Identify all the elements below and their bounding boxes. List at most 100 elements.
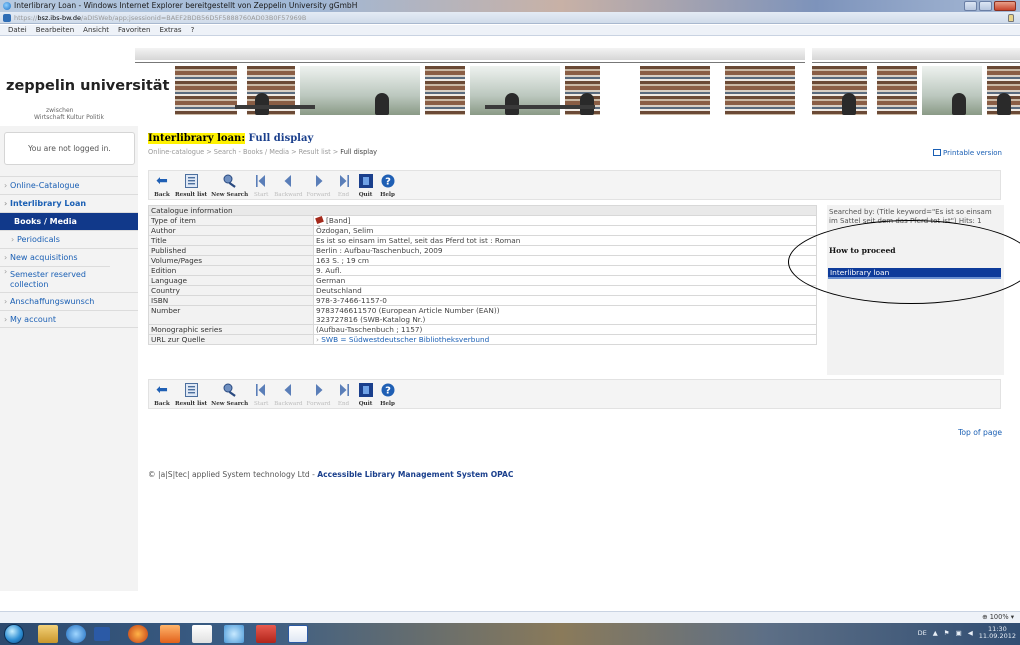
number-swb: 323727816 (SWB-Katalog Nr.): [316, 315, 426, 324]
lock-icon[interactable]: [1008, 14, 1014, 22]
firefox-taskbar-icon[interactable]: [128, 625, 148, 643]
nav-periodicals[interactable]: Periodicals: [0, 230, 138, 249]
forward-button[interactable]: Forward: [305, 171, 333, 199]
previous-icon: [279, 173, 297, 189]
login-status[interactable]: You are not logged in.: [4, 132, 135, 165]
menu-extras[interactable]: Extras: [159, 25, 181, 35]
backward-button[interactable]: Backward: [272, 171, 304, 199]
start-orb-icon[interactable]: [4, 624, 24, 644]
back-label: Back: [154, 192, 170, 198]
pdf-taskbar-icon[interactable]: [256, 625, 276, 643]
list-icon: [182, 173, 200, 189]
back-button-bottom[interactable]: ⬅ Back: [151, 380, 173, 408]
table-row: Language German: [148, 275, 817, 286]
explorer-taskbar-icon[interactable]: [38, 625, 58, 643]
network-icon[interactable]: ▣: [956, 629, 962, 637]
end-button-bottom[interactable]: End: [333, 380, 355, 408]
internet-explorer-taskbar-icon[interactable]: [66, 625, 86, 643]
volume-icon[interactable]: ◀: [968, 629, 973, 637]
row-key: Number: [148, 305, 314, 325]
address-bar[interactable]: https://bsz.ibs-bw.de/aDISWeb/app;jsessi…: [0, 12, 1020, 24]
result-list-button-bottom[interactable]: Result list: [173, 380, 209, 408]
minimize-button[interactable]: [964, 1, 977, 11]
acrobat-taskbar-icon[interactable]: [192, 625, 212, 643]
table-row: ISBN 978-3-7466-1157-0: [148, 295, 817, 306]
word-taskbar-icon[interactable]: [288, 625, 308, 643]
nav-anschaffungswunsch[interactable]: Anschaffungswunsch: [0, 292, 138, 311]
url-path: /aDISWeb/app;jsessionid=BAEF2BDB56D5F588…: [81, 14, 307, 22]
media-taskbar-icon[interactable]: [94, 627, 110, 641]
main-content: Interlibrary loan: Full display Online-c…: [148, 126, 1020, 596]
flag-icon[interactable]: ⚑: [944, 629, 950, 637]
menu-ansicht[interactable]: Ansicht: [83, 25, 109, 35]
row-key: URL zur Quelle: [148, 334, 314, 345]
back-label: Back: [154, 401, 170, 407]
help-icon: ?: [379, 382, 397, 398]
source-url-link[interactable]: › SWB = Südwestdeutscher Bibliotheksverb…: [316, 335, 489, 344]
help-button-bottom[interactable]: ? Help: [377, 380, 399, 408]
row-key: Edition: [148, 265, 314, 276]
menu-help[interactable]: ?: [191, 25, 195, 35]
row-key: Author: [148, 225, 314, 236]
breadcrumb-online-catalogue[interactable]: Online-catalogue: [148, 148, 204, 156]
nav-semester-reserved[interactable]: Semester reserved collection: [0, 266, 110, 292]
system-tray: DE ▲ ⚑ ▣ ◀ 11:30 11.09.2012: [918, 626, 1016, 640]
left-navigation: You are not logged in. Online-Catalogue …: [0, 126, 138, 591]
quit-door-icon: [357, 382, 375, 398]
table-row: Country Deutschland: [148, 285, 817, 296]
start-button[interactable]: Start: [250, 171, 272, 199]
result-list-button[interactable]: Result list: [173, 171, 209, 199]
footer-product-link[interactable]: Accessible Library Management System OPA…: [317, 470, 513, 479]
menu-datei[interactable]: Datei: [8, 25, 27, 35]
start-button-bottom[interactable]: Start: [250, 380, 272, 408]
backward-button-bottom[interactable]: Backward: [272, 380, 304, 408]
page-title-rest: Full display: [248, 133, 314, 144]
nav-interlibrary-loan[interactable]: Interlibrary Loan: [0, 194, 138, 213]
close-button[interactable]: [994, 1, 1016, 11]
tray-arrow-icon[interactable]: ▲: [933, 629, 938, 637]
menu-favoriten[interactable]: Favoriten: [118, 25, 150, 35]
breadcrumb-full-display: Full display: [340, 148, 378, 156]
next-icon: [310, 382, 328, 398]
back-button[interactable]: ⬅ Back: [151, 171, 173, 199]
new-search-button[interactable]: New Search: [209, 171, 250, 199]
printable-version-link[interactable]: Printable version: [933, 149, 1002, 157]
top-of-page-link[interactable]: Top of page: [958, 428, 1002, 437]
nav-new-acquisitions[interactable]: New acquisitions: [0, 248, 138, 267]
breadcrumb-result-list[interactable]: Result list: [299, 148, 331, 156]
url-field[interactable]: https://bsz.ibs-bw.de/aDISWeb/app;jsessi…: [14, 14, 306, 22]
site-favicon-icon: [3, 14, 11, 22]
nav-online-catalogue[interactable]: Online-Catalogue: [0, 176, 138, 195]
row-value: [Band]: [313, 215, 817, 226]
site-header: zeppelin universität zwischen Wirtschaft…: [0, 36, 1020, 122]
new-search-button-bottom[interactable]: New Search: [209, 380, 250, 408]
end-button[interactable]: End: [333, 171, 355, 199]
nav-books-media[interactable]: Books / Media: [0, 212, 138, 230]
back-arrow-icon: ⬅: [156, 173, 168, 189]
url-prefix: https://: [14, 14, 38, 22]
row-key: Volume/Pages: [148, 255, 314, 266]
last-record-icon: [335, 173, 353, 189]
clock[interactable]: 11:30 11.09.2012: [979, 626, 1016, 640]
backward-label: Backward: [274, 192, 303, 198]
catalogue-header: Catalogue information: [148, 205, 817, 216]
clock-date: 11.09.2012: [978, 632, 1016, 640]
row-key: Type of item: [148, 215, 314, 226]
help-button[interactable]: ? Help: [377, 171, 399, 199]
nav-my-account[interactable]: My account: [0, 310, 138, 329]
quit-button-bottom[interactable]: Quit: [355, 380, 377, 408]
catalogue-table: Catalogue information Type of item [Band…: [148, 205, 817, 345]
quit-button[interactable]: Quit: [355, 171, 377, 199]
breadcrumb-search[interactable]: Search - Books / Media: [214, 148, 289, 156]
footer-copyright: © |a|S|tec| applied System technology Lt…: [148, 470, 318, 479]
maximize-button[interactable]: [979, 1, 992, 11]
menu-bearbeiten[interactable]: Bearbeiten: [36, 25, 74, 35]
language-indicator[interactable]: DE: [918, 629, 927, 637]
office-taskbar-icon[interactable]: [160, 625, 180, 643]
zoom-level[interactable]: ⊕ 100% ▾: [982, 613, 1014, 621]
network-taskbar-icon[interactable]: [224, 625, 244, 643]
forward-button-bottom[interactable]: Forward: [305, 380, 333, 408]
url-host: bsz.ibs-bw.de: [37, 14, 82, 22]
row-value: 9783746611570 (European Article Number (…: [313, 305, 817, 325]
type-value: [Band]: [326, 216, 351, 225]
